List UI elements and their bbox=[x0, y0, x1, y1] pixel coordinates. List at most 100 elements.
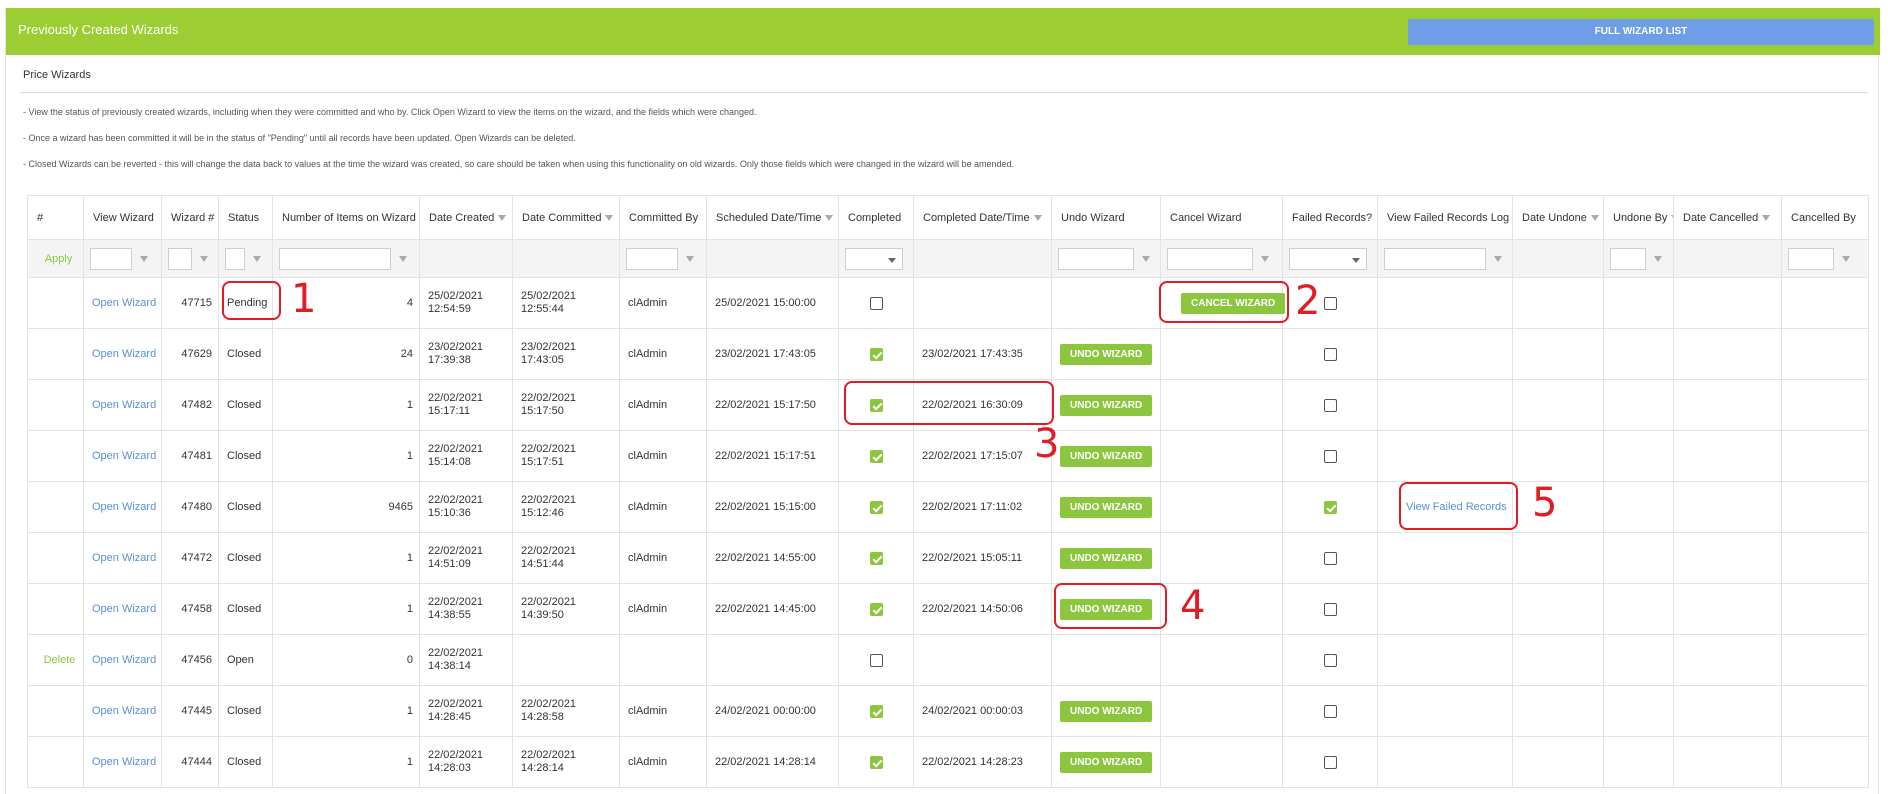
apply-link[interactable]: Apply bbox=[45, 253, 73, 265]
filter-icon[interactable] bbox=[253, 255, 261, 262]
filter-icon[interactable] bbox=[1590, 214, 1599, 221]
col-header[interactable]: Cancel Wizard bbox=[1160, 195, 1283, 240]
completed-filter-select[interactable] bbox=[845, 247, 903, 270]
filter-icon[interactable] bbox=[686, 255, 694, 262]
completed-checkbox[interactable] bbox=[869, 653, 883, 667]
col-header[interactable]: Number of Items on Wizard bbox=[272, 195, 420, 240]
committed-by-filter-input[interactable] bbox=[626, 247, 678, 270]
cancel-filter-input[interactable] bbox=[1167, 247, 1253, 270]
col-header[interactable]: View Failed Records Log bbox=[1377, 195, 1513, 240]
open-wizard-link[interactable]: Open Wizard bbox=[92, 705, 156, 717]
undo-filter-input[interactable] bbox=[1058, 247, 1134, 270]
undo-wizard-button[interactable]: UNDO WIZARD bbox=[1060, 547, 1153, 569]
failed-records-checkbox[interactable] bbox=[1323, 449, 1337, 463]
col-header[interactable]: Failed Records? bbox=[1282, 195, 1378, 240]
completed-checkbox[interactable] bbox=[869, 296, 883, 310]
col-header[interactable]: Scheduled Date/Time bbox=[706, 195, 839, 240]
cell: 22/02/2021 14:28:14 bbox=[512, 736, 620, 788]
completed-checkbox[interactable] bbox=[869, 347, 883, 361]
completed-checkbox[interactable] bbox=[869, 704, 883, 718]
undo-wizard-button[interactable]: UNDO WIZARD bbox=[1060, 343, 1153, 365]
filter-icon[interactable] bbox=[140, 255, 148, 262]
undo-wizard-button[interactable]: UNDO WIZARD bbox=[1060, 445, 1153, 467]
cell: 22/02/2021 14:28:03 bbox=[419, 736, 513, 788]
col-header[interactable]: Completed bbox=[838, 195, 914, 240]
filter-icon[interactable] bbox=[1842, 255, 1850, 262]
open-wizard-link[interactable]: Open Wizard bbox=[92, 450, 156, 462]
open-wizard-link[interactable]: Open Wizard bbox=[92, 756, 156, 768]
failed-records-checkbox[interactable] bbox=[1323, 398, 1337, 412]
items-filter-input[interactable] bbox=[279, 247, 391, 270]
filter-icon[interactable] bbox=[1142, 255, 1150, 262]
log-filter-input[interactable] bbox=[1384, 247, 1486, 270]
col-header[interactable]: Date Cancelled bbox=[1673, 195, 1782, 240]
undo-wizard-button[interactable]: UNDO WIZARD bbox=[1060, 751, 1153, 773]
completed-checkbox[interactable] bbox=[869, 602, 883, 616]
filter-icon[interactable] bbox=[200, 255, 208, 262]
date-line: 22/02/2021 bbox=[428, 494, 484, 506]
cell bbox=[27, 430, 84, 482]
col-header[interactable]: Undo Wizard bbox=[1051, 195, 1161, 240]
failed-records-checkbox[interactable] bbox=[1323, 602, 1337, 616]
col-header[interactable]: Undone By bbox=[1603, 195, 1674, 240]
completed-checkbox[interactable] bbox=[869, 551, 883, 565]
failed-filter-select[interactable] bbox=[1289, 247, 1367, 270]
undo-wizard-button[interactable]: UNDO WIZARD bbox=[1060, 496, 1153, 518]
table-row: Open Wizard 47480 Closed 9465 22/02/2021 15:1… bbox=[27, 481, 1869, 533]
cell: 24 bbox=[272, 328, 420, 380]
cell bbox=[1512, 634, 1604, 686]
failed-records-checkbox[interactable] bbox=[1323, 551, 1337, 565]
open-wizard-link[interactable]: Open Wizard bbox=[92, 501, 156, 513]
open-wizard-link[interactable]: Open Wizard bbox=[92, 603, 156, 615]
wizard-number-filter-input[interactable] bbox=[168, 247, 192, 270]
col-header[interactable]: Committed By bbox=[619, 195, 707, 240]
failed-records-checkbox[interactable] bbox=[1323, 296, 1337, 310]
col-header[interactable]: Date Created bbox=[419, 195, 513, 240]
status-filter-input[interactable] bbox=[225, 247, 245, 270]
undone-by-filter-input[interactable] bbox=[1610, 247, 1646, 270]
date-line: 22/02/2021 bbox=[521, 749, 577, 761]
header-row: # View Wizard Wizard # Status Number of … bbox=[27, 195, 1869, 240]
completed-checkbox[interactable] bbox=[869, 500, 883, 514]
open-wizard-link[interactable]: Open Wizard bbox=[92, 654, 156, 666]
filter-icon[interactable] bbox=[1654, 255, 1662, 262]
completed-checkbox[interactable] bbox=[869, 755, 883, 769]
col-header[interactable]: Completed Date/Time bbox=[913, 195, 1052, 240]
col-header[interactable]: View Wizard bbox=[83, 195, 162, 240]
filter-icon[interactable] bbox=[399, 255, 407, 262]
col-header[interactable]: Cancelled By bbox=[1781, 195, 1869, 240]
undo-wizard-button[interactable]: UNDO WIZARD bbox=[1060, 700, 1153, 722]
failed-records-checkbox[interactable] bbox=[1323, 347, 1337, 361]
view-filter-input[interactable] bbox=[90, 247, 132, 270]
delete-link[interactable]: Delete bbox=[44, 654, 76, 666]
filter-icon[interactable] bbox=[1261, 255, 1269, 262]
failed-records-checkbox[interactable] bbox=[1323, 500, 1337, 514]
filter-icon[interactable] bbox=[1762, 214, 1771, 221]
scheduled-datetime: 22/02/2021 14:55:00 bbox=[715, 552, 816, 564]
open-wizard-link[interactable]: Open Wizard bbox=[92, 552, 156, 564]
full-wizard-list-button[interactable]: FULL WIZARD LIST bbox=[1408, 19, 1874, 45]
filter-icon[interactable] bbox=[605, 214, 614, 221]
failed-records-checkbox[interactable] bbox=[1323, 653, 1337, 667]
failed-records-checkbox[interactable] bbox=[1323, 704, 1337, 718]
undo-wizard-button[interactable]: UNDO WIZARD bbox=[1060, 394, 1153, 416]
col-header[interactable]: Wizard # bbox=[161, 195, 219, 240]
cancelled-by-filter-input[interactable] bbox=[1788, 247, 1834, 270]
filter-icon[interactable] bbox=[498, 214, 507, 221]
cell bbox=[838, 736, 914, 788]
filter-icon[interactable] bbox=[825, 214, 834, 221]
filter-icon[interactable] bbox=[1494, 255, 1502, 262]
completed-checkbox[interactable] bbox=[869, 449, 883, 463]
col-header[interactable]: Date Committed bbox=[512, 195, 620, 240]
col-header[interactable]: # bbox=[27, 195, 84, 240]
col-header[interactable]: Date Undone bbox=[1512, 195, 1604, 240]
cell bbox=[1673, 430, 1782, 482]
open-wizard-link[interactable]: Open Wizard bbox=[92, 297, 156, 309]
open-wizard-link[interactable]: Open Wizard bbox=[92, 348, 156, 360]
col-header[interactable]: Status bbox=[218, 195, 273, 240]
open-wizard-link[interactable]: Open Wizard bbox=[92, 399, 156, 411]
filter-icon[interactable] bbox=[1033, 214, 1042, 221]
scheduled-datetime: 24/02/2021 00:00:00 bbox=[715, 705, 816, 717]
failed-records-checkbox[interactable] bbox=[1323, 755, 1337, 769]
cell: 47715 bbox=[161, 277, 219, 329]
